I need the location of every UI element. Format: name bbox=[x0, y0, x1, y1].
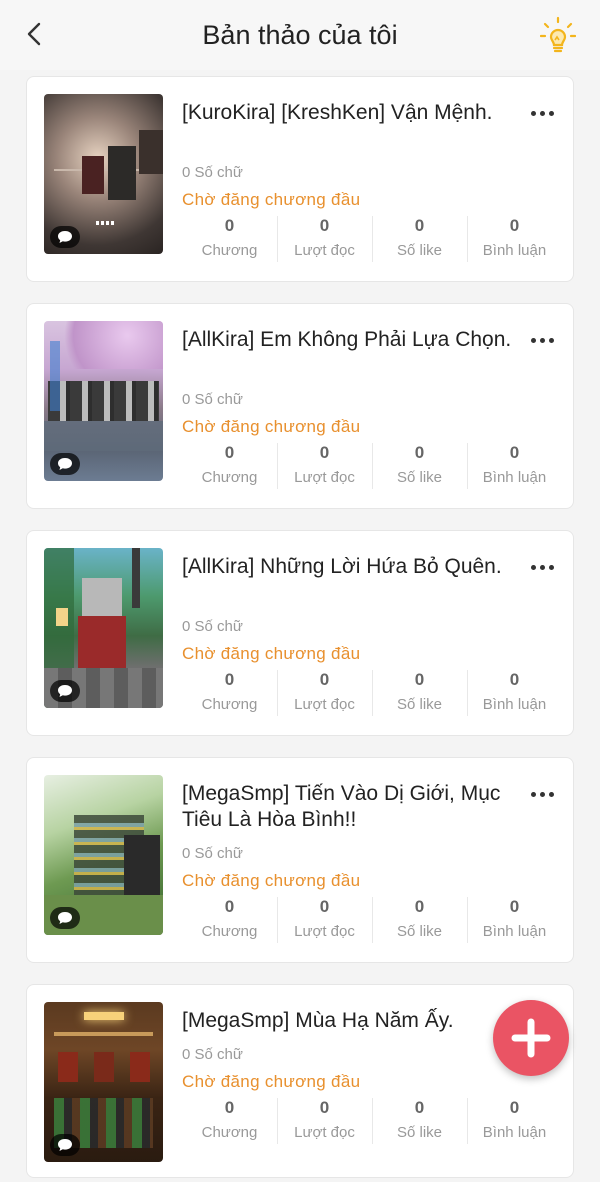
more-options-button[interactable] bbox=[527, 782, 557, 802]
draft-card[interactable]: [AllKira] Em Không Phải Lựa Chọn. 0 Số c… bbox=[26, 303, 574, 509]
draft-cover-image bbox=[44, 548, 163, 708]
more-options-button[interactable] bbox=[527, 101, 557, 121]
chat-bubble-icon bbox=[50, 453, 80, 475]
chat-bubble-icon bbox=[50, 680, 80, 702]
stat-comments: 0 Bình luận bbox=[467, 1098, 562, 1146]
draft-title[interactable]: [KuroKira] [KreshKen] Vận Mệnh. bbox=[182, 100, 512, 126]
stats-row: 0 Chương 0 Lượt đọc 0 Số like 0 Bình luận bbox=[182, 1098, 562, 1146]
stat-reads: 0 Lượt đọc bbox=[277, 1098, 372, 1146]
stat-chapters: 0 Chương bbox=[201, 216, 258, 259]
page-title: Bản thảo của tôi bbox=[202, 20, 398, 50]
draft-card[interactable]: [KuroKira] [KreshKen] Vận Mệnh. 0 Số chữ… bbox=[26, 76, 574, 282]
more-options-button[interactable] bbox=[527, 555, 557, 575]
lightbulb-icon[interactable] bbox=[539, 16, 577, 56]
add-draft-button[interactable] bbox=[493, 1000, 569, 1076]
draft-card[interactable]: [MegaSmp] Tiến Vào Dị Giới, Mục Tiêu Là … bbox=[26, 757, 574, 963]
status-text: Chờ đăng chương đầu bbox=[182, 644, 361, 663]
stat-comments: 0 Bình luận bbox=[467, 443, 562, 491]
chat-bubble-icon bbox=[50, 226, 80, 248]
draft-title[interactable]: [AllKira] Em Không Phải Lựa Chọn. bbox=[182, 327, 512, 353]
stat-likes: 0 Số like bbox=[372, 670, 467, 718]
draft-cover-image bbox=[44, 775, 163, 935]
draft-title[interactable]: [MegaSmp] Mùa Hạ Năm Ấy. bbox=[182, 1008, 512, 1034]
stat-reads: 0 Lượt đọc bbox=[277, 443, 372, 491]
stat-comments: 0 Bình luận bbox=[467, 670, 562, 718]
status-text: Chờ đăng chương đầu bbox=[182, 190, 361, 209]
stat-reads: 0 Lượt đọc bbox=[277, 897, 372, 945]
draft-card[interactable]: [MegaSmp] Mùa Hạ Năm Ấy. 0 Số chữ Chờ đă… bbox=[26, 984, 574, 1178]
stat-chapters: 0 Chương bbox=[201, 443, 258, 486]
stat-reads: 0 Lượt đọc bbox=[277, 670, 372, 718]
stats-row: 0 Chương 0 Lượt đọc 0 Số like 0 Bình luận bbox=[182, 897, 562, 945]
status-text: Chờ đăng chương đầu bbox=[182, 871, 361, 890]
stat-likes: 0 Số like bbox=[372, 897, 467, 945]
draft-cover-image bbox=[44, 1002, 163, 1162]
word-count: 0 Số chữ bbox=[182, 164, 243, 181]
stat-likes: 0 Số like bbox=[372, 216, 467, 264]
chat-bubble-icon bbox=[50, 1134, 80, 1156]
stat-likes: 0 Số like bbox=[372, 443, 467, 491]
status-text: Chờ đăng chương đầu bbox=[182, 1072, 361, 1091]
stat-chapters: 0 Chương bbox=[201, 1098, 258, 1141]
status-text: Chờ đăng chương đầu bbox=[182, 417, 361, 436]
word-count: 0 Số chữ bbox=[182, 391, 243, 408]
draft-cover-image bbox=[44, 94, 163, 254]
stat-comments: 0 Bình luận bbox=[467, 216, 562, 264]
draft-cover-image bbox=[44, 321, 163, 481]
stats-row: 0 Chương 0 Lượt đọc 0 Số like 0 Bình luận bbox=[182, 670, 562, 718]
draft-title[interactable]: [MegaSmp] Tiến Vào Dị Giới, Mục Tiêu Là … bbox=[182, 781, 512, 833]
draft-title[interactable]: [AllKira] Những Lời Hứa Bỏ Quên. bbox=[182, 554, 512, 580]
draft-card[interactable]: [AllKira] Những Lời Hứa Bỏ Quên. 0 Số ch… bbox=[26, 530, 574, 736]
stat-reads: 0 Lượt đọc bbox=[277, 216, 372, 264]
more-options-button[interactable] bbox=[527, 328, 557, 348]
word-count: 0 Số chữ bbox=[182, 618, 243, 635]
app-header: Bản thảo của tôi bbox=[0, 0, 600, 70]
stats-row: 0 Chương 0 Lượt đọc 0 Số like 0 Bình luận bbox=[182, 443, 562, 491]
stats-row: 0 Chương 0 Lượt đọc 0 Số like 0 Bình luận bbox=[182, 216, 562, 264]
word-count: 0 Số chữ bbox=[182, 1046, 243, 1063]
chat-bubble-icon bbox=[50, 907, 80, 929]
stat-likes: 0 Số like bbox=[372, 1098, 467, 1146]
stat-chapters: 0 Chương bbox=[201, 897, 258, 940]
stat-chapters: 0 Chương bbox=[201, 670, 258, 713]
stat-comments: 0 Bình luận bbox=[467, 897, 562, 945]
word-count: 0 Số chữ bbox=[182, 845, 243, 862]
plus-icon bbox=[511, 1018, 551, 1058]
